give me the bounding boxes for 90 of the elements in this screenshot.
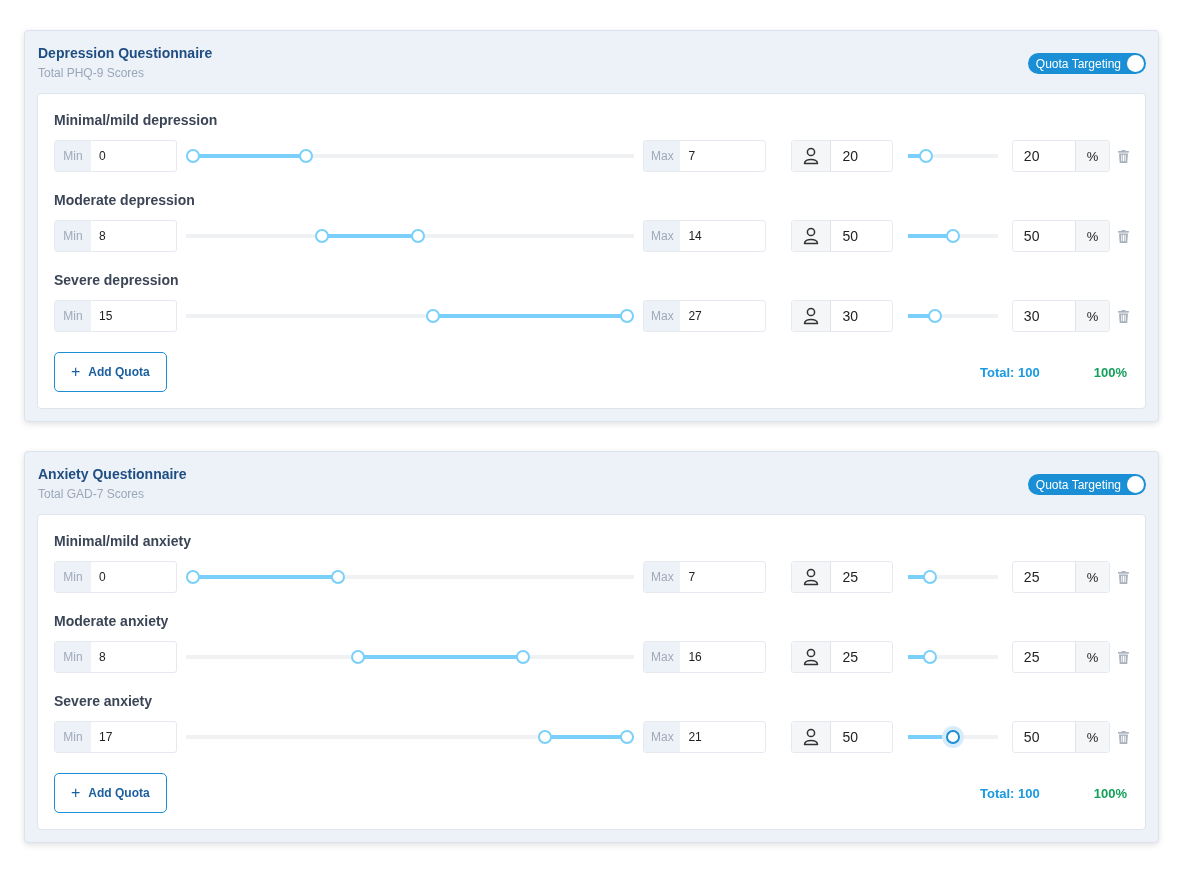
person-icon [803, 147, 820, 165]
slider-handle[interactable] [330, 570, 345, 584]
person-icon [803, 307, 820, 325]
person-icon [803, 648, 820, 666]
quota-label: Severe depression [54, 272, 180, 288]
slider-handle[interactable] [923, 570, 938, 584]
percent-field[interactable]: 50 % [1011, 721, 1111, 753]
percent-field[interactable]: 20 % [1011, 140, 1111, 172]
slider-handle[interactable] [186, 149, 200, 163]
quota-label: Minimal/mild depression [54, 112, 219, 128]
slider-handle[interactable] [620, 730, 635, 744]
trash-icon[interactable] [1118, 570, 1129, 584]
trash-icon[interactable] [1118, 650, 1129, 664]
min-field[interactable]: Min 8 [54, 220, 177, 252]
quota-targeting-toggle[interactable]: Quota Targeting [1027, 53, 1146, 74]
count-field[interactable]: 20 [791, 140, 893, 172]
slider-handle[interactable] [945, 229, 960, 243]
max-label: Max [644, 722, 681, 752]
total-percent: 100% [1093, 364, 1127, 380]
min-field[interactable]: Min 0 [54, 140, 177, 172]
slider-handle[interactable] [537, 730, 552, 744]
trash-icon[interactable] [1118, 149, 1129, 163]
slider-handle[interactable] [351, 650, 366, 664]
slider-handle[interactable] [923, 650, 938, 664]
min-label: Min [55, 722, 91, 752]
trash-icon[interactable] [1118, 229, 1129, 243]
percent-unit: % [1075, 301, 1110, 331]
percent-field[interactable]: 50 % [1011, 220, 1111, 252]
total-count: Total: 100 [980, 364, 1040, 380]
min-label: Min [55, 141, 91, 171]
quota-label: Minimal/mild anxiety [54, 533, 192, 549]
percent-field[interactable]: 25 % [1011, 641, 1111, 673]
slider-handle[interactable] [314, 229, 329, 243]
min-field[interactable]: Min 15 [54, 300, 177, 332]
count-field[interactable]: 50 [791, 721, 893, 753]
max-label: Max [644, 141, 681, 171]
total-count: Total: 100 [980, 785, 1040, 801]
questionnaire-title: Anxiety Questionnaire [38, 466, 187, 482]
quota-label: Moderate anxiety [54, 613, 170, 629]
questionnaire-subtitle: Total GAD-7 Scores [38, 487, 146, 501]
percent-field[interactable]: 30 % [1011, 300, 1111, 332]
person-icon [803, 728, 820, 746]
percent-unit: % [1075, 722, 1110, 752]
min-label: Min [55, 562, 91, 592]
slider-handle[interactable] [186, 570, 200, 584]
quota-label: Severe anxiety [54, 693, 154, 709]
max-field[interactable]: Max 14 [643, 220, 767, 252]
min-label: Min [55, 642, 91, 672]
percent-unit: % [1075, 642, 1110, 672]
quota-label: Moderate depression [54, 192, 196, 208]
total-percent: 100% [1093, 785, 1127, 801]
count-field[interactable]: 25 [791, 641, 893, 673]
max-field[interactable]: Max 21 [643, 721, 767, 753]
add-quota-button[interactable]: + Add Quota [54, 352, 167, 392]
min-field[interactable]: Min 8 [54, 641, 177, 673]
percent-field[interactable]: 25 % [1011, 561, 1111, 593]
questionnaire-subtitle: Total PHQ-9 Scores [38, 66, 146, 80]
percent-unit: % [1075, 141, 1110, 171]
min-field[interactable]: Min 0 [54, 561, 177, 593]
slider-handle[interactable] [298, 149, 313, 163]
max-field[interactable]: Max 7 [643, 140, 767, 172]
count-field[interactable]: 30 [791, 300, 893, 332]
max-field[interactable]: Max 7 [643, 561, 767, 593]
person-icon [803, 568, 820, 586]
max-label: Max [644, 642, 681, 672]
trash-icon[interactable] [1118, 730, 1129, 744]
person-icon [803, 227, 820, 245]
max-label: Max [644, 562, 681, 592]
slider-handle[interactable] [945, 730, 960, 744]
slider-handle[interactable] [516, 650, 531, 664]
add-quota-button[interactable]: + Add Quota [54, 773, 167, 813]
quota-targeting-toggle[interactable]: Quota Targeting [1027, 474, 1146, 495]
min-field[interactable]: Min 17 [54, 721, 177, 753]
min-label: Min [55, 221, 91, 251]
min-label: Min [55, 301, 91, 331]
questionnaire-title: Depression Questionnaire [38, 45, 213, 61]
max-label: Max [644, 301, 681, 331]
max-field[interactable]: Max 27 [643, 300, 767, 332]
slider-handle[interactable] [918, 149, 933, 163]
trash-icon[interactable] [1118, 309, 1129, 323]
slider-handle[interactable] [425, 309, 440, 323]
slider-handle[interactable] [411, 229, 425, 243]
count-field[interactable]: 25 [791, 561, 893, 593]
percent-unit: % [1075, 221, 1110, 251]
max-field[interactable]: Max 16 [643, 641, 767, 673]
count-field[interactable]: 50 [791, 220, 893, 252]
slider-handle[interactable] [620, 309, 635, 323]
max-label: Max [644, 221, 681, 251]
percent-unit: % [1075, 562, 1110, 592]
slider-handle[interactable] [927, 309, 942, 323]
